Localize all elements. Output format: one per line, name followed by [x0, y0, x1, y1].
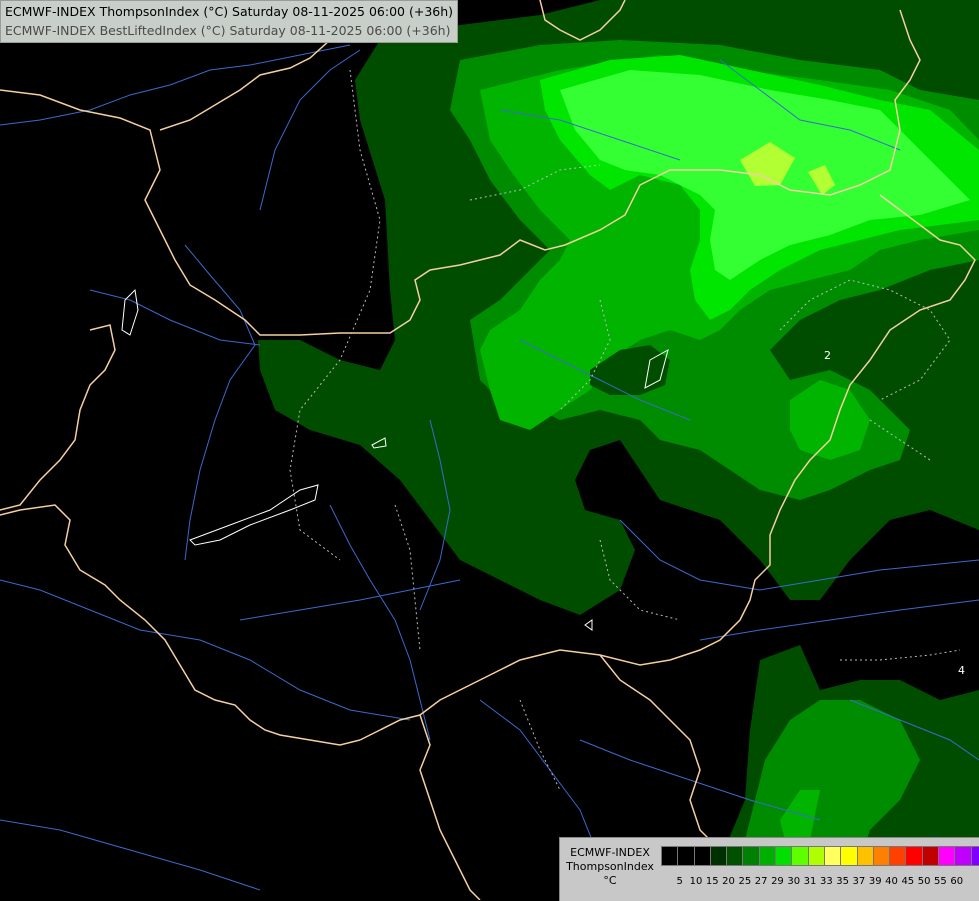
legend-swatch — [709, 846, 728, 866]
legend-swatch — [807, 846, 825, 866]
legend-swatch — [661, 846, 679, 866]
legend-swatch — [921, 846, 940, 866]
legend-title: ECMWF-INDEX ThompsonIndex °C — [560, 846, 660, 888]
legend-swatch — [775, 846, 793, 866]
legend-tick-label: 15 — [705, 876, 719, 887]
legend-swatch — [742, 846, 760, 866]
legend-tick-label: 37 — [852, 876, 866, 887]
legend-swatch — [970, 846, 979, 866]
legend-tick-label: 35 — [836, 876, 849, 887]
legend-swatch — [938, 846, 956, 866]
legend-ticks: 5 10 15 20 25 27 29 30 31 33 35 37 39 40 45 50 55 60 — [672, 876, 965, 887]
legend-tick-label: 20 — [722, 876, 735, 887]
legend-title-model: ECMWF-INDEX — [570, 846, 650, 859]
legend-swatches — [661, 846, 979, 866]
legend-swatch — [872, 846, 891, 866]
contour-label-4: 4 — [958, 664, 965, 677]
legend-tick-label: 55 — [934, 876, 947, 887]
legend-swatch — [823, 846, 842, 866]
legend-swatch — [905, 846, 923, 866]
legend-swatch — [791, 846, 809, 866]
thompson-index-map: 2 4 — [0, 0, 979, 900]
legend-tick-label: 45 — [901, 876, 915, 887]
legend-tick-label: 25 — [738, 876, 752, 887]
map-title-box: ECMWF-INDEX ThompsonIndex (°C) Saturday … — [0, 0, 459, 43]
title-line-lifted: ECMWF-INDEX BestLiftedIndex (°C) Saturda… — [5, 23, 451, 38]
legend-tick-label: 29 — [771, 876, 784, 887]
legend-swatch — [758, 846, 777, 866]
legend-swatch — [889, 846, 907, 866]
legend-tick-label: 40 — [885, 876, 898, 887]
legend-swatch — [693, 846, 711, 866]
legend-swatch — [726, 846, 744, 866]
legend-tick-label: 50 — [917, 876, 931, 887]
legend-swatch — [677, 846, 695, 866]
legend-tick-label: 30 — [787, 876, 801, 887]
legend-tick-label: 33 — [819, 876, 833, 887]
legend-swatch — [840, 846, 858, 866]
title-line-thompson: ECMWF-INDEX ThompsonIndex (°C) Saturday … — [5, 4, 454, 19]
legend-tick-label: 39 — [868, 876, 882, 887]
legend-title-unit: °C — [603, 874, 617, 887]
legend-swatch — [954, 846, 972, 866]
legend-tick-label: 27 — [754, 876, 768, 887]
legend-swatch — [856, 846, 874, 866]
legend-tick-label: 5 — [676, 876, 683, 887]
legend-title-parameter: ThompsonIndex — [566, 860, 654, 873]
legend-tick-label: 60 — [950, 876, 964, 887]
contour-label-2: 2 — [824, 349, 831, 362]
color-legend: ECMWF-INDEX ThompsonIndex °C 5 10 15 20 25 27… — [559, 837, 979, 901]
legend-tick-label: 31 — [803, 876, 817, 887]
legend-tick-label: 10 — [689, 876, 703, 887]
